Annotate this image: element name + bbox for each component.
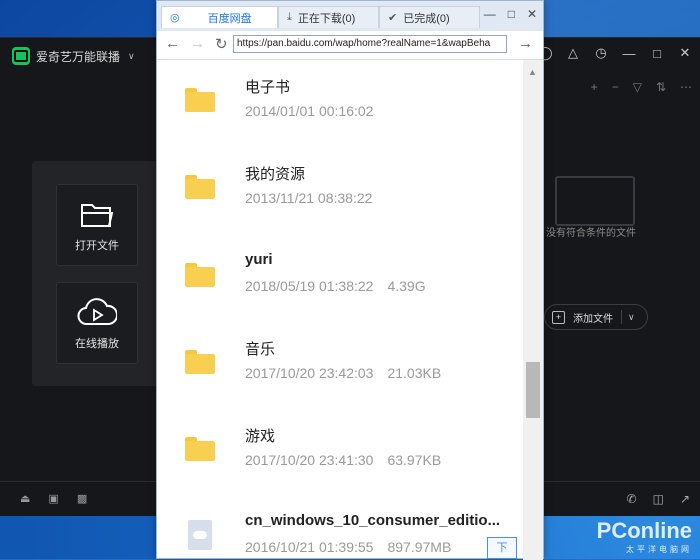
empty-folder-illustration bbox=[555, 176, 635, 226]
url-input[interactable]: https://pan.baidu.com/wap/home?realName=… bbox=[233, 35, 507, 53]
subtitle-icon[interactable]: ▣ bbox=[48, 492, 58, 505]
quick-actions-panel: 打开文件 在线播放 bbox=[32, 161, 162, 386]
add-file-label: 添加文件 bbox=[573, 313, 613, 325]
file-meta: 2017/10/20 23:41:30 63.97KB bbox=[245, 452, 441, 468]
tab-downloading[interactable]: ⤓ 正在下载(0) bbox=[278, 6, 379, 28]
chevron-down-icon[interactable]: ∨ bbox=[128, 51, 135, 62]
tab-bar: ◎ 百度网盘 ⤓ 正在下载(0) ✔ 已完成(0) — □ ✕ bbox=[157, 1, 543, 31]
list-item[interactable]: 电子书 2014/01/01 00:16:02 bbox=[157, 60, 523, 147]
divider bbox=[621, 310, 622, 324]
tab-label: 百度网盘 bbox=[207, 12, 252, 25]
watermark-brand: PConline bbox=[596, 518, 692, 543]
list-item[interactable]: yuri 2018/05/19 01:38:22 4.39G bbox=[157, 235, 523, 322]
player-logo-icon bbox=[12, 47, 30, 65]
file-date: 2017/10/20 23:42:03 bbox=[245, 365, 374, 381]
scrollbar[interactable]: ▲ bbox=[523, 60, 543, 560]
tab-completed[interactable]: ✔ 已完成(0) bbox=[379, 6, 480, 28]
file-meta: 2018/05/19 01:38:22 4.39G bbox=[245, 278, 426, 294]
folder-icon bbox=[185, 175, 215, 199]
globe-icon: ◎ bbox=[170, 12, 180, 24]
folder-icon bbox=[185, 350, 215, 374]
list-item[interactable]: 游戏 2017/10/20 23:41:30 63.97KB bbox=[157, 409, 523, 496]
file-name: 游戏 bbox=[245, 427, 276, 445]
list-item[interactable]: 音乐 2017/10/20 23:42:03 21.03KB bbox=[157, 322, 523, 409]
watermark: PConline 太平洋电脑网 bbox=[597, 518, 692, 555]
back-icon[interactable]: ← bbox=[165, 35, 180, 53]
download-icon: ⤓ bbox=[287, 11, 292, 23]
address-bar: ← → ↻ https://pan.baidu.com/wap/home?rea… bbox=[157, 31, 543, 60]
open-file-button[interactable]: 打开文件 bbox=[56, 184, 138, 266]
close-icon[interactable]: ✕ bbox=[678, 45, 692, 61]
shirt-icon[interactable]: △ bbox=[566, 45, 580, 61]
file-list: 电子书 2014/01/01 00:16:02 我的资源 2013/11/21 … bbox=[157, 60, 523, 560]
player-title: 爱奇艺万能联播 bbox=[36, 49, 121, 64]
minimize-icon[interactable]: — bbox=[622, 46, 636, 61]
file-meta: 2014/01/01 00:16:02 bbox=[245, 103, 373, 119]
tab-baidu-pan[interactable]: ◎ 百度网盘 bbox=[161, 6, 278, 28]
browser-window-controls: — □ ✕ bbox=[484, 7, 537, 21]
online-play-button[interactable]: 在线播放 bbox=[56, 282, 138, 364]
folder-icon bbox=[185, 263, 215, 287]
folder-icon bbox=[185, 437, 215, 461]
add-file-button[interactable]: + 添加文件 ∨ bbox=[544, 304, 648, 330]
browser-window: ◎ 百度网盘 ⤓ 正在下载(0) ✔ 已完成(0) — □ ✕ ← → ↻ ht… bbox=[156, 0, 544, 560]
file-size: 897.97MB bbox=[387, 539, 452, 555]
toolbox-icon[interactable]: ◫ bbox=[653, 492, 664, 506]
scroll-up-icon[interactable]: ▲ bbox=[528, 67, 537, 77]
list-item[interactable]: 我的资源 2013/11/21 08:38:22 bbox=[157, 147, 523, 234]
cloud-file-icon bbox=[188, 520, 212, 550]
playlist-toolbar: + − ▽ ⇅ ⋯ bbox=[591, 80, 692, 94]
maximize-icon[interactable]: □ bbox=[508, 7, 515, 21]
file-size: 63.97KB bbox=[387, 452, 442, 468]
open-file-label: 打开文件 bbox=[75, 240, 119, 252]
phone-icon[interactable]: ✆ bbox=[627, 492, 637, 506]
file-meta: 2013/11/21 08:38:22 bbox=[245, 190, 372, 206]
chevron-down-icon[interactable]: ∨ bbox=[628, 312, 635, 323]
file-name: 我的资源 bbox=[245, 165, 306, 183]
file-date: 2016/10/21 01:39:55 bbox=[245, 539, 374, 555]
file-name: cn_windows_10_consumer_editio... bbox=[245, 512, 501, 529]
scrollbar-thumb[interactable] bbox=[526, 362, 540, 418]
cloud-play-icon bbox=[57, 297, 137, 329]
file-name: 音乐 bbox=[245, 340, 276, 358]
file-name: 电子书 bbox=[245, 78, 291, 96]
player-toolbar: ◯ △ ◷ — □ ✕ bbox=[538, 45, 692, 61]
folder-open-icon bbox=[57, 199, 137, 231]
file-name: yuri bbox=[245, 251, 273, 268]
folder-icon bbox=[185, 88, 215, 112]
file-date: 2017/10/20 23:41:30 bbox=[245, 452, 374, 468]
maximize-icon[interactable]: □ bbox=[650, 46, 664, 61]
file-date: 2014/01/01 00:16:02 bbox=[245, 103, 374, 119]
add-file-icon: + bbox=[552, 310, 565, 324]
player-title-bar[interactable]: 爱奇艺万能联播 ∨ bbox=[12, 47, 135, 65]
file-size: 21.03KB bbox=[387, 365, 442, 381]
expand-icon[interactable]: ↗ bbox=[680, 492, 690, 506]
tab-label: 已完成(0) bbox=[403, 12, 450, 25]
file-size: 4.39G bbox=[387, 278, 426, 294]
minimize-icon[interactable]: — bbox=[484, 7, 496, 21]
list-item[interactable]: cn_windows_10_consumer_editio... 2016/10… bbox=[157, 496, 523, 560]
more-icon[interactable]: ⋯ bbox=[680, 80, 692, 94]
online-play-label: 在线播放 bbox=[75, 338, 119, 350]
check-circle-icon: ✔ bbox=[388, 12, 398, 24]
forward-icon[interactable]: → bbox=[190, 35, 205, 53]
remove-icon[interactable]: − bbox=[612, 80, 619, 94]
watermark-sub: 太平洋电脑网 bbox=[626, 545, 692, 554]
add-icon[interactable]: + bbox=[591, 80, 598, 94]
tab-label: 正在下载(0) bbox=[297, 12, 356, 25]
go-arrow-icon[interactable]: → bbox=[518, 35, 533, 52]
file-date: 2018/05/19 01:38:22 bbox=[245, 278, 374, 294]
empty-list-text: 没有符合条件的文件 bbox=[546, 228, 636, 239]
screen-icon[interactable]: ▩ bbox=[77, 492, 87, 505]
reload-icon[interactable]: ↻ bbox=[215, 35, 228, 53]
sort-icon[interactable]: ⇅ bbox=[656, 80, 666, 94]
download-float-button[interactable]: 下 bbox=[487, 537, 517, 559]
file-meta: 2016/10/21 01:39:55 897.97MB bbox=[245, 539, 451, 555]
file-date: 2013/11/21 08:38:22 bbox=[245, 190, 373, 206]
close-icon[interactable]: ✕ bbox=[527, 7, 537, 21]
eject-icon[interactable]: ⏏ bbox=[20, 492, 30, 505]
history-icon[interactable]: ◷ bbox=[594, 45, 608, 61]
file-meta: 2017/10/20 23:42:03 21.03KB bbox=[245, 365, 441, 381]
filter-icon[interactable]: ▽ bbox=[633, 80, 642, 94]
